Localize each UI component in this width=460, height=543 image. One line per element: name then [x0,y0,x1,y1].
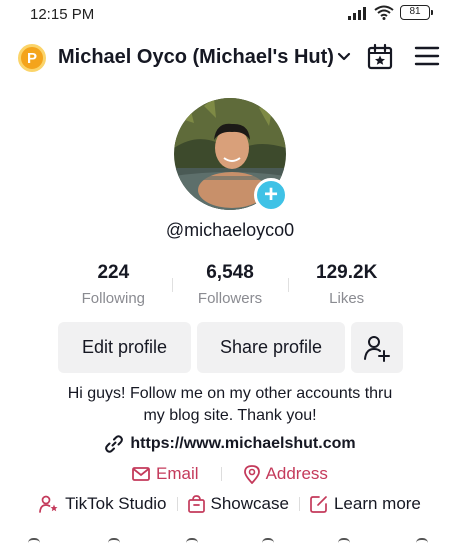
tab-shop-icon[interactable] [338,538,350,543]
coins-icon[interactable]: P [18,44,46,72]
divider [298,497,300,511]
shopping-bag-icon [187,495,205,513]
tiktok-studio-label: TikTok Studio [65,494,167,513]
status-icons: 81 [348,5,433,20]
edit-profile-button[interactable]: Edit profile [58,322,191,373]
share-profile-button[interactable]: Share profile [197,322,345,373]
learn-more-label: Learn more [333,494,421,513]
profile-header: P Michael Oyco (Michael's Hut) [0,40,460,76]
bio-line: my blog site. Thank you! [143,407,317,424]
divider [220,467,222,481]
add-friends-button[interactable] [351,322,403,373]
battery-icon: 81 [400,5,433,20]
link-icon [105,435,124,453]
showcase-button[interactable]: Showcase [187,494,289,514]
stat-value: 6,548 [206,262,254,283]
add-avatar-plus-icon[interactable]: + [254,178,288,212]
email-button[interactable]: Email [132,464,199,484]
tiktok-studio-button[interactable]: TikTok Studio [39,494,167,514]
tab-reposts-icon[interactable] [186,538,198,543]
status-time: 12:15 PM [30,6,95,23]
signal-icon [348,6,366,20]
profile-bio: Hi guys! Follow me on my other accounts … [0,383,460,427]
divider [176,497,178,511]
edit-icon [310,496,327,513]
website-link[interactable]: https://www.michaelshut.com [0,434,460,454]
username: @michaeloyco0 [165,220,295,240]
stat-value: 224 [97,262,130,283]
content-tabs [0,536,460,543]
email-label: Email [156,464,199,483]
contact-row: Email Address [0,464,460,484]
stat-label: Likes [329,290,365,307]
wifi-icon [374,5,394,20]
tab-favorites-icon[interactable] [262,538,274,543]
stat-likes[interactable]: 129.2K Likes [288,262,405,307]
calendar-star-icon[interactable] [366,43,394,71]
tab-private-icon[interactable] [108,538,120,543]
stat-value: 129.2K [316,262,378,283]
stat-following[interactable]: 224 Following [55,262,172,307]
status-bar: 12:15 PM 81 [0,0,460,30]
avatar-container[interactable]: + [174,98,288,212]
creator-tools-row: TikTok Studio Showcase Learn more [0,494,460,514]
chevron-down-icon[interactable] [336,49,352,65]
address-label: Address [265,464,328,483]
profile-stats: 224 Following 6,548 Followers 129.2K Lik… [55,262,405,307]
stat-label: Following [81,290,146,307]
bio-line: Hi guys! Follow me on my other accounts … [67,385,393,402]
stat-followers[interactable]: 6,548 Followers [171,262,289,307]
menu-icon[interactable] [414,45,440,67]
profile-actions: Edit profile Share profile [58,322,403,373]
person-star-icon [39,495,58,513]
website-url[interactable]: https://www.michaelshut.com [130,435,355,453]
location-pin-icon [243,464,260,484]
address-button[interactable]: Address [243,464,328,484]
mail-icon [132,467,150,481]
showcase-label: Showcase [210,494,289,513]
add-person-icon [364,335,390,362]
tab-liked-icon[interactable] [416,538,428,543]
learn-more-button[interactable]: Learn more [310,494,421,514]
stat-label: Followers [197,290,263,307]
tab-videos-icon[interactable] [28,538,40,543]
account-name[interactable]: Michael Oyco (Michael's Hut) [58,46,334,69]
